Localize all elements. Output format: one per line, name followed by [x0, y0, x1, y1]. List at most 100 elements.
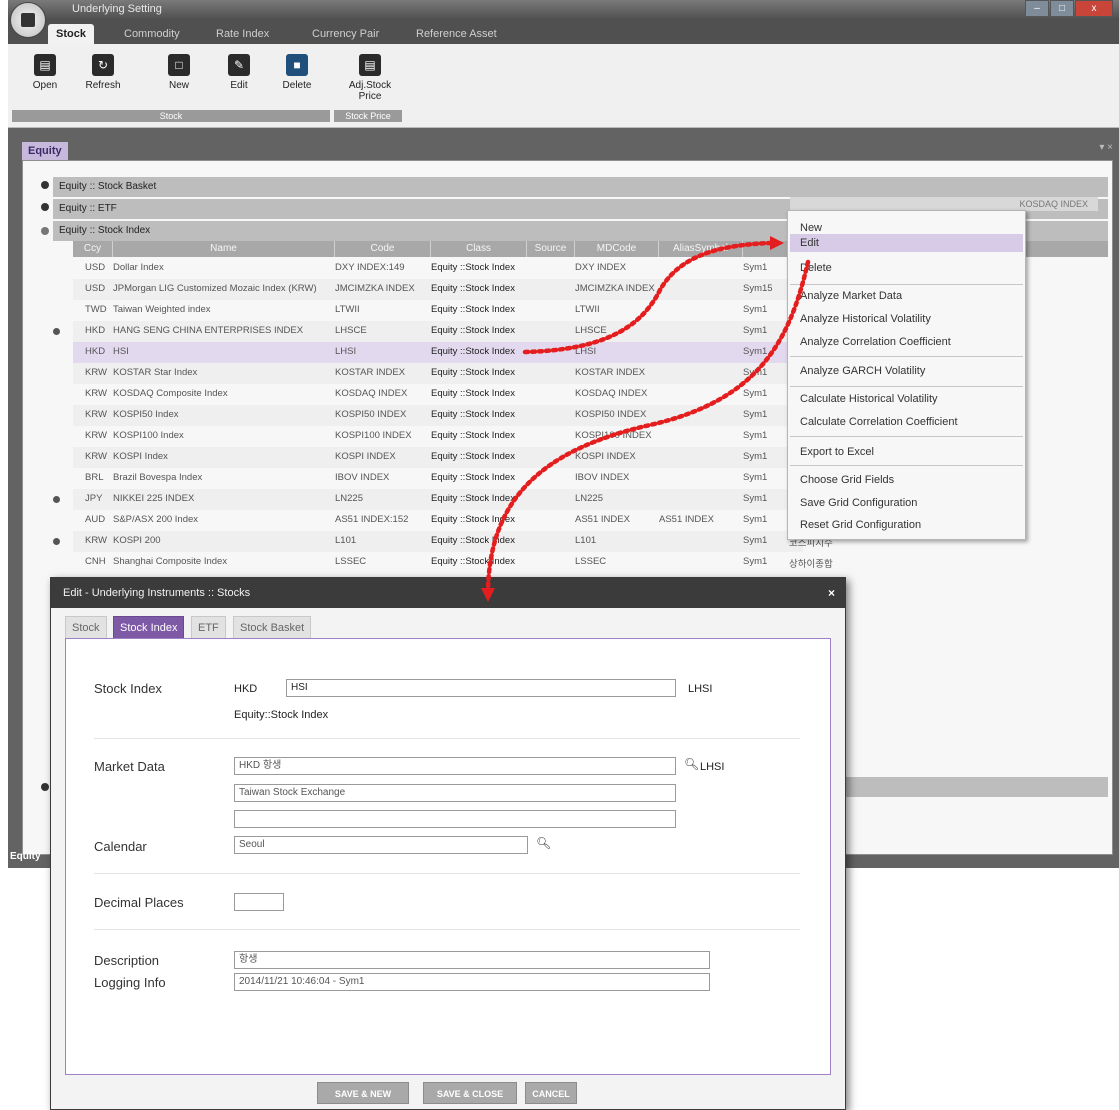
menu-item-calc-correlation[interactable]: Calculate Correlation Coefficient	[800, 413, 958, 431]
window-controls: – □ x	[1025, 0, 1113, 17]
save-and-new-button[interactable]: SAVE & NEW	[317, 1082, 409, 1104]
tab-reference-asset[interactable]: Reference Asset	[408, 24, 505, 44]
calendar-input[interactable]: Seoul	[234, 836, 528, 854]
pin-close-icon[interactable]: ▾ ×	[1099, 142, 1113, 153]
expand-icon[interactable]	[41, 783, 49, 791]
menu-item-analyze-correlation[interactable]: Analyze Correlation Coefficient	[800, 333, 951, 351]
header-class[interactable]: Class	[431, 241, 527, 257]
name-input[interactable]: HSI	[286, 679, 676, 697]
menu-item-delete[interactable]: Delete	[800, 259, 832, 277]
menu-item-analyze-garch[interactable]: Analyze GARCH Volatility	[800, 362, 925, 380]
table-row[interactable]: HKD HANG SENG CHINA ENTERPRISES INDEX LHSC…	[73, 321, 803, 342]
cell-user: Sym1	[743, 409, 768, 420]
expand-icon[interactable]	[53, 328, 60, 335]
tab-currency-pair[interactable]: Currency Pair	[304, 24, 387, 44]
cell-mdcode: LHSI	[575, 346, 597, 357]
decimal-places-input[interactable]	[234, 893, 284, 911]
refresh-button[interactable]: ↻ Refresh	[80, 50, 126, 91]
cell-name: Shanghai Composite Index	[113, 556, 228, 567]
table-row[interactable]: USD JPMorgan LIG Customized Mozaic Index …	[73, 279, 803, 300]
ribbon-panel: ▤ Open ↻ Refresh □ New ✎ Edit ■ Delete ▤…	[8, 44, 1119, 128]
tab-stock[interactable]: Stock	[48, 24, 94, 44]
dialog-tab-stock[interactable]: Stock	[65, 616, 107, 638]
cell-code: IBOV INDEX	[335, 472, 390, 483]
table-row[interactable]: TWD Taiwan Weighted index LTWII Equity ::St…	[73, 300, 803, 321]
menu-item-reset-grid-config[interactable]: Reset Grid Configuration	[800, 516, 921, 534]
dialog-body: Stock Index HKD HSI LHSI Equity::Stock I…	[65, 638, 831, 1075]
adj-stock-price-button[interactable]: ▤ Adj.Stock Price	[344, 50, 396, 102]
cell-user: Sym15	[743, 283, 773, 294]
dialog-tab-stock-index[interactable]: Stock Index	[113, 616, 185, 638]
table-row[interactable]: KRW KOSDAQ Composite Index KOSDAQ INDEX Equ…	[73, 384, 803, 405]
header-name[interactable]: Name	[113, 241, 335, 257]
dialog-tab-etf[interactable]: ETF	[191, 616, 226, 638]
edit-button[interactable]: ✎ Edit	[216, 50, 262, 91]
table-row[interactable]: BRL Brazil Bovespa Index IBOV INDEX Equity …	[73, 468, 803, 489]
new-button[interactable]: □ New	[156, 50, 202, 91]
extra-input[interactable]	[234, 810, 676, 828]
table-row[interactable]: USD Dollar Index DXY INDEX:149 Equity ::Sto…	[73, 258, 803, 279]
table-row[interactable]: KRW KOSPI 200 L101 Equity ::Stock Index L101…	[73, 531, 833, 552]
menu-item-calc-historical-volatility[interactable]: Calculate Historical Volatility	[800, 390, 938, 408]
header-ccy[interactable]: Ccy	[73, 241, 113, 257]
cell-ccy: CNH	[85, 556, 106, 567]
table-row[interactable]: KRW KOSTAR Star Index KOSTAR INDEX Equity :…	[73, 363, 803, 384]
menu-item-export-excel[interactable]: Export to Excel	[800, 443, 874, 461]
close-icon[interactable]: ×	[828, 578, 835, 608]
tab-rate-index[interactable]: Rate Index	[208, 24, 277, 44]
expand-icon[interactable]	[53, 538, 60, 545]
header-source[interactable]: Source	[527, 241, 575, 257]
expand-icon[interactable]	[41, 203, 49, 211]
menu-item-analyze-historical-volatility[interactable]: Analyze Historical Volatility	[800, 310, 931, 328]
stock-index-label: Stock Index	[94, 681, 162, 696]
bottom-tab-equity[interactable]: Equity	[8, 850, 41, 864]
header-code[interactable]: Code	[335, 241, 431, 257]
menu-item-edit[interactable]: Edit	[790, 234, 1023, 252]
table-row[interactable]: KRW KOSPI Index KOSPI INDEX Equity ::Stock …	[73, 447, 803, 468]
cell-ccy: JPY	[85, 493, 103, 504]
delete-button[interactable]: ■ Delete	[274, 50, 320, 91]
cell-name: KOSTAR Star Index	[113, 367, 198, 378]
header-alias-symbol[interactable]: AliasSymbol	[659, 241, 743, 257]
table-row[interactable]: HKDHSILHSIEquity ::Stock IndexLHSISym1항	[73, 342, 803, 363]
search-icon[interactable]: 🔍︎	[536, 836, 551, 850]
cell-mdcode: LHSCE	[575, 325, 607, 336]
cell-ccy: TWD	[85, 304, 107, 315]
group-row-footer	[833, 777, 1108, 797]
logging-info-input[interactable]: 2014/11/21 10:46:04 - Sym1	[234, 973, 710, 991]
refresh-label: Refresh	[85, 80, 121, 91]
menu-item-choose-grid-fields[interactable]: Choose Grid Fields	[800, 471, 894, 489]
expand-icon[interactable]	[41, 181, 49, 189]
close-window-button[interactable]: x	[1075, 0, 1113, 17]
tab-commodity[interactable]: Commodity	[116, 24, 188, 44]
app-menu-icon[interactable]	[10, 2, 46, 38]
context-menu: New Edit Delete Analyze Market Data Anal…	[787, 210, 1026, 540]
table-row[interactable]: KRW KOSPI50 Index KOSPI50 INDEX Equity ::St…	[73, 405, 803, 426]
expand-icon[interactable]	[53, 496, 60, 503]
table-row[interactable]: KRW KOSPI100 Index KOSPI100 INDEX Equity ::…	[73, 426, 803, 447]
menu-item-save-grid-config[interactable]: Save Grid Configuration	[800, 494, 917, 512]
menu-separator	[790, 436, 1023, 437]
cell-mdcode: KOSPI50 INDEX	[575, 409, 647, 420]
dialog-tab-stock-basket[interactable]: Stock Basket	[233, 616, 312, 638]
collapse-icon[interactable]	[41, 227, 49, 235]
minimize-button[interactable]: –	[1025, 0, 1049, 17]
menu-item-analyze-market-data[interactable]: Analyze Market Data	[800, 287, 902, 305]
search-icon[interactable]: 🔍︎	[684, 757, 699, 771]
market-data-input[interactable]: HKD 항생	[234, 757, 676, 775]
table-row[interactable]: AUD S&P/ASX 200 Index AS51 INDEX:152 Equity…	[73, 510, 803, 531]
exchange-input[interactable]: Taiwan Stock Exchange	[234, 784, 676, 802]
cell-mdcode: DXY INDEX	[575, 262, 627, 273]
open-button[interactable]: ▤ Open	[22, 50, 68, 91]
cell-code: AS51 INDEX:152	[335, 514, 409, 525]
cancel-button[interactable]: CANCEL	[525, 1082, 577, 1104]
description-input[interactable]: 항생	[234, 951, 710, 969]
table-row[interactable]: CNH Shanghai Composite Index LSSEC Equity :…	[73, 552, 833, 573]
group-row-stock-basket[interactable]: Equity :: Stock Basket	[53, 177, 1108, 197]
cell-class: Equity ::Stock Index	[431, 556, 515, 567]
maximize-button[interactable]: □	[1050, 0, 1074, 17]
header-mdcode[interactable]: MDCode	[575, 241, 659, 257]
table-row[interactable]: JPY NIKKEI 225 INDEX LN225 Equity ::Stock I…	[73, 489, 803, 510]
document-tab-equity[interactable]: Equity	[22, 142, 68, 160]
save-and-close-button[interactable]: SAVE & CLOSE	[423, 1082, 517, 1104]
